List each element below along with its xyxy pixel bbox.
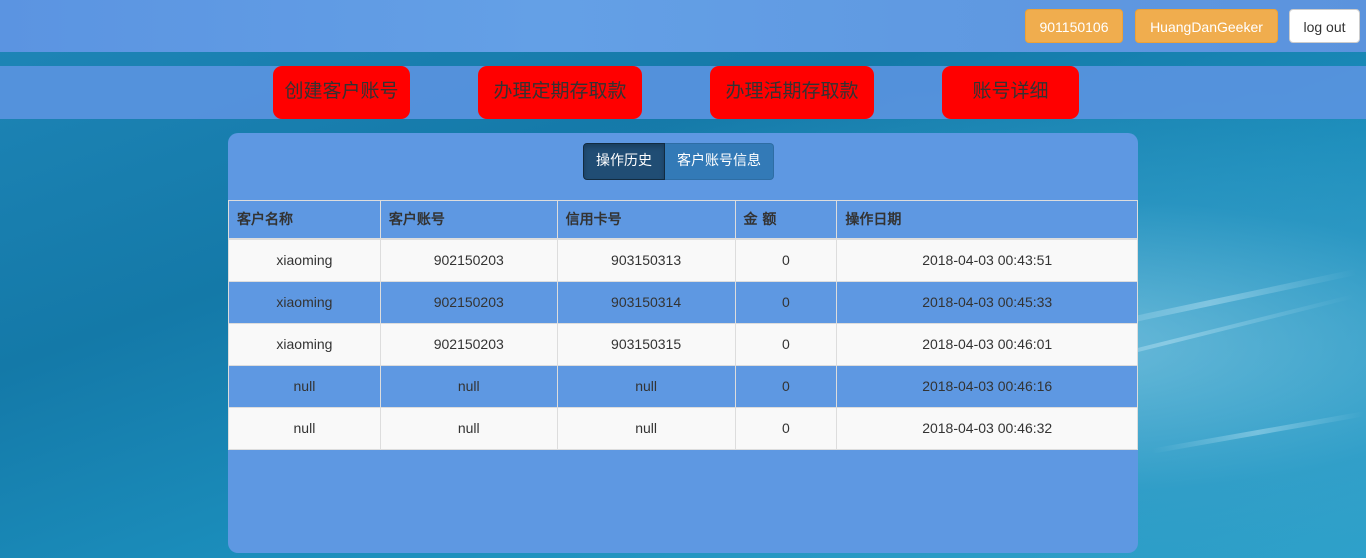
history-table: 客户名称 客户账号 信用卡号 金 额 操作日期 xiaoming 9021502… [228, 200, 1138, 450]
cell-customer-name: null [228, 406, 381, 450]
background-light-streak [1151, 411, 1365, 454]
fixed-deposit-button[interactable]: 办理定期存取款 [478, 66, 642, 119]
username-button[interactable]: HuangDanGeeker [1135, 9, 1278, 43]
cell-credit-card: null [556, 364, 736, 408]
cell-amount: 0 [734, 238, 838, 282]
cell-customer-account: 902150203 [379, 280, 558, 324]
table-row: xiaoming 902150203 903150313 0 2018-04-0… [228, 238, 1138, 282]
cell-credit-card: 903150313 [556, 238, 736, 282]
cell-customer-account: 902150203 [379, 322, 558, 366]
cell-customer-name: xiaoming [228, 238, 381, 282]
current-deposit-button[interactable]: 办理活期存取款 [710, 66, 874, 119]
main-panel: 操作历史 客户账号信息 客户名称 客户账号 信用卡号 金 额 操作日期 xiao… [228, 133, 1138, 553]
cell-customer-account: null [379, 364, 558, 408]
cell-credit-card: 903150315 [556, 322, 736, 366]
column-header-credit-card: 信用卡号 [556, 200, 736, 240]
account-id-button[interactable]: 901150106 [1025, 9, 1123, 43]
cell-operation-date: 2018-04-03 00:45:33 [836, 280, 1138, 324]
cell-operation-date: 2018-04-03 00:46:01 [836, 322, 1138, 366]
tab-operation-history[interactable]: 操作历史 [583, 143, 665, 180]
cell-customer-name: xiaoming [228, 322, 381, 366]
cell-operation-date: 2018-04-03 00:46:32 [836, 406, 1138, 450]
column-header-amount: 金 额 [734, 200, 838, 240]
cell-amount: 0 [734, 280, 838, 324]
cell-amount: 0 [734, 406, 838, 450]
column-header-customer-account: 客户账号 [379, 200, 558, 240]
cell-customer-account: 902150203 [379, 238, 558, 282]
cell-amount: 0 [734, 364, 838, 408]
top-navbar: 901150106 HuangDanGeeker log out [0, 0, 1366, 52]
logout-button[interactable]: log out [1289, 9, 1360, 43]
cell-customer-account: null [379, 406, 558, 450]
cell-credit-card: null [556, 406, 736, 450]
action-bar: 创建客户账号 办理定期存取款 办理活期存取款 账号详细 [0, 66, 1366, 119]
cell-operation-date: 2018-04-03 00:46:16 [836, 364, 1138, 408]
table-row: null null null 0 2018-04-03 00:46:32 [228, 406, 1138, 450]
table-header-row: 客户名称 客户账号 信用卡号 金 额 操作日期 [228, 200, 1138, 240]
cell-customer-name: null [228, 364, 381, 408]
cell-customer-name: xiaoming [228, 280, 381, 324]
column-header-operation-date: 操作日期 [836, 200, 1138, 240]
table-row: xiaoming 902150203 903150315 0 2018-04-0… [228, 322, 1138, 366]
cell-operation-date: 2018-04-03 00:43:51 [836, 238, 1138, 282]
account-details-button[interactable]: 账号详细 [942, 66, 1079, 119]
tab-account-info[interactable]: 客户账号信息 [665, 143, 774, 180]
cell-credit-card: 903150314 [556, 280, 736, 324]
tab-group: 操作历史 客户账号信息 [583, 143, 774, 180]
cell-amount: 0 [734, 322, 838, 366]
create-account-button[interactable]: 创建客户账号 [273, 66, 410, 119]
table-row: null null null 0 2018-04-03 00:46:16 [228, 364, 1138, 408]
column-header-customer-name: 客户名称 [228, 200, 381, 240]
table-row: xiaoming 902150203 903150314 0 2018-04-0… [228, 280, 1138, 324]
